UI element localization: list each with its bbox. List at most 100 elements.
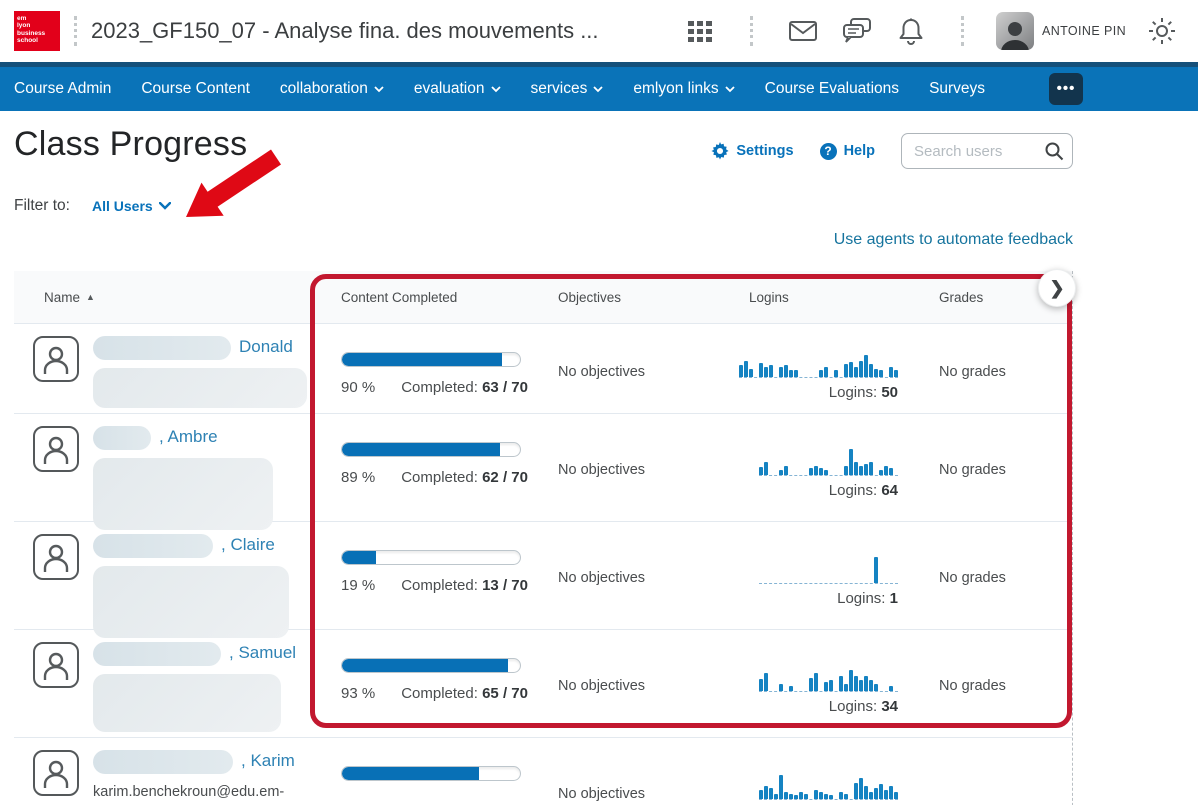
column-header-name[interactable]: Name ▲	[14, 290, 327, 305]
course-navbar: Course Admin Course Content collaboratio…	[0, 62, 1198, 111]
content-progress-bar	[341, 550, 521, 565]
nav-services[interactable]: services	[531, 80, 604, 98]
logins-sparkline-chart	[759, 768, 898, 800]
content-progress-bar	[341, 766, 521, 781]
nav-surveys[interactable]: Surveys	[929, 80, 985, 98]
chat-icon	[842, 18, 871, 43]
redacted-name	[93, 534, 213, 558]
student-name-link[interactable]: , Claire	[221, 535, 275, 554]
nav-evaluation[interactable]: evaluation	[414, 80, 501, 98]
mail-button[interactable]	[785, 13, 821, 49]
logins-cell: Logins: 50	[735, 324, 925, 413]
search-users	[901, 133, 1073, 169]
student-name-link[interactable]: , Ambre	[159, 427, 218, 446]
class-progress-table: ❯ Name ▲ Content Completed Objectives Log…	[14, 269, 1076, 805]
logins-cell	[735, 738, 925, 805]
objectives-cell: No objectives	[558, 462, 646, 478]
app-header: em lyon business school 2023_GF150_07 - Ana…	[0, 0, 1198, 62]
grades-cell: No grades	[939, 364, 1006, 380]
mail-icon	[788, 21, 817, 41]
objectives-cell: No objectives	[558, 570, 646, 586]
scroll-columns-right-button[interactable]: ❯	[1038, 269, 1076, 307]
gear-icon	[1149, 18, 1175, 44]
table-row: , Karim karim.benchekroun@edu.em- No obj…	[14, 738, 1072, 805]
nav-emlyon-links[interactable]: emlyon links	[633, 80, 735, 98]
student-avatar[interactable]	[33, 534, 79, 580]
student-avatar[interactable]	[33, 642, 79, 688]
redacted-name	[93, 642, 221, 666]
redacted-name	[93, 750, 233, 774]
divider	[749, 16, 753, 46]
page-title: Class Progress	[14, 125, 248, 163]
student-avatar[interactable]	[33, 750, 79, 796]
divider	[960, 16, 964, 46]
table-row: Donald 90 % Completed: 63 / 70 No object…	[14, 324, 1072, 414]
help-icon: ?	[819, 142, 837, 160]
logins-cell: Logins: 34	[735, 630, 925, 737]
nav-course-content[interactable]: Course Content	[141, 80, 250, 98]
chat-button[interactable]	[839, 13, 875, 49]
objectives-cell: No objectives	[558, 678, 646, 694]
student-avatar[interactable]	[33, 336, 79, 382]
column-header-content[interactable]: Content Completed	[327, 290, 544, 305]
redacted-email	[93, 566, 289, 638]
course-title[interactable]: 2023_GF150_07 - Analyse fina. des mouvem…	[91, 18, 599, 44]
nav-course-admin[interactable]: Course Admin	[14, 80, 111, 98]
divider	[74, 16, 77, 46]
user-avatar	[995, 12, 1034, 50]
student-name-link[interactable]: , Samuel	[229, 643, 296, 662]
chevron-down-icon	[490, 85, 501, 92]
nav-collaboration[interactable]: collaboration	[280, 80, 384, 98]
nav-more-button[interactable]: •••	[1049, 73, 1084, 105]
redacted-name	[93, 426, 151, 450]
completed-label: Completed: 63 / 70	[401, 379, 528, 396]
filter-label: Filter to:	[14, 197, 70, 214]
column-header-objectives[interactable]: Objectives	[544, 290, 735, 305]
grades-cell	[925, 738, 1073, 805]
user-menu[interactable]: ANTOINE PIN	[995, 12, 1126, 50]
content-progress-bar	[341, 442, 521, 457]
redacted-email	[93, 458, 273, 530]
table-row: , Samuel 93 % Completed: 65 / 70 No obje…	[14, 630, 1072, 738]
settings-gear-icon	[711, 142, 729, 160]
column-header-logins[interactable]: Logins	[735, 290, 925, 305]
logins-sparkline-chart	[739, 346, 898, 378]
redacted-email	[93, 674, 281, 732]
percent-label: 93 %	[341, 685, 376, 702]
table-row: , Claire 19 % Completed: 13 / 70 No obje…	[14, 522, 1072, 638]
objectives-cell: No objectives	[558, 364, 646, 380]
student-email: karim.benchekroun@edu.em-	[93, 784, 285, 800]
table-header-row: Name ▲ Content Completed Objectives Login…	[14, 271, 1072, 324]
filter-dropdown[interactable]: All Users	[92, 198, 171, 214]
completed-label: Completed: 65 / 70	[401, 685, 528, 702]
grades-cell: No grades	[939, 678, 1006, 694]
logins-sparkline-chart	[759, 660, 898, 692]
completed-label: Completed: 13 / 70	[401, 577, 528, 594]
logins-sparkline-chart	[759, 444, 898, 476]
logins-cell: Logins: 64	[735, 414, 925, 530]
student-avatar[interactable]	[33, 426, 79, 472]
help-link[interactable]: ? Help	[819, 142, 875, 160]
objectives-cell: No objectives	[558, 786, 646, 802]
search-icon[interactable]	[1044, 141, 1064, 166]
nav-course-evaluations[interactable]: Course Evaluations	[765, 80, 899, 98]
logins-cell: Logins: 1	[735, 522, 925, 638]
completed-label: Completed: 62 / 70	[401, 469, 528, 486]
user-name: ANTOINE PIN	[1041, 24, 1126, 38]
apps-grid-button[interactable]	[682, 13, 718, 49]
student-name-link[interactable]: Donald	[239, 337, 293, 356]
content-progress-bar	[341, 352, 521, 367]
notifications-button[interactable]	[893, 13, 929, 49]
table-row: , Ambre 89 % Completed: 62 / 70 No objec…	[14, 414, 1072, 530]
percent-label: 89 %	[341, 469, 376, 486]
student-name-link[interactable]: , Karim	[241, 751, 295, 770]
grades-cell: No grades	[939, 570, 1006, 586]
admin-gear-button[interactable]	[1144, 13, 1180, 49]
settings-link[interactable]: Settings	[711, 142, 794, 160]
chevron-down-icon	[593, 85, 603, 92]
percent-label: 90 %	[341, 379, 376, 396]
redacted-email	[93, 368, 307, 408]
use-agents-link[interactable]: Use agents to automate feedback	[834, 231, 1073, 248]
emlyon-logo[interactable]: em lyon business school	[14, 11, 60, 51]
logins-sparkline-chart	[759, 552, 898, 584]
